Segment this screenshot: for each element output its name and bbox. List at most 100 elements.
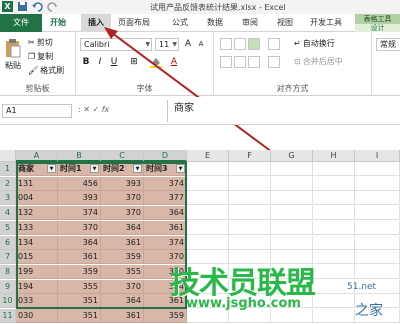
empty-cell[interactable]: [355, 206, 400, 221]
table-cell[interactable]: 355: [58, 279, 101, 294]
empty-cell[interactable]: [313, 294, 355, 309]
column-header[interactable]: F: [229, 150, 271, 162]
empty-cell[interactable]: [313, 250, 355, 265]
row-header[interactable]: 10: [0, 294, 16, 309]
empty-cell[interactable]: [229, 162, 271, 176]
table-cell[interactable]: 374: [144, 176, 187, 191]
table-cell[interactable]: 364: [101, 294, 144, 309]
filter-dropdown-icon[interactable]: ▼: [133, 164, 142, 173]
table-cell[interactable]: 033: [16, 294, 58, 309]
empty-cell[interactable]: [229, 206, 271, 221]
empty-cell[interactable]: [229, 191, 271, 206]
empty-cell[interactable]: [355, 191, 400, 206]
name-box[interactable]: A1: [2, 104, 72, 118]
table-cell[interactable]: 364: [101, 220, 144, 235]
table-cell[interactable]: 364: [58, 235, 101, 250]
table-header-cell[interactable]: 时间3 ▼: [144, 162, 187, 176]
empty-cell[interactable]: [355, 176, 400, 191]
table-cell[interactable]: 370: [101, 191, 144, 206]
row-header[interactable]: 5: [0, 220, 16, 235]
table-cell[interactable]: 133: [16, 220, 58, 235]
empty-cell[interactable]: [187, 309, 229, 323]
select-all-corner[interactable]: [0, 150, 16, 162]
table-cell[interactable]: 361: [101, 235, 144, 250]
empty-cell[interactable]: [313, 162, 355, 176]
empty-cell[interactable]: [271, 176, 313, 191]
empty-cell[interactable]: [187, 235, 229, 250]
row-header[interactable]: 9: [0, 279, 16, 294]
empty-cell[interactable]: [271, 309, 313, 323]
table-header-cell[interactable]: 时间1 ▼: [58, 162, 101, 176]
empty-cell[interactable]: [313, 206, 355, 221]
empty-cell[interactable]: [271, 162, 313, 176]
empty-cell[interactable]: [313, 191, 355, 206]
table-cell[interactable]: 134: [16, 235, 58, 250]
empty-cell[interactable]: [313, 264, 355, 279]
empty-cell[interactable]: [355, 264, 400, 279]
empty-cell[interactable]: [187, 191, 229, 206]
empty-cell[interactable]: [229, 176, 271, 191]
table-cell[interactable]: 004: [16, 191, 58, 206]
table-cell[interactable]: 359: [58, 264, 101, 279]
formula-input[interactable]: 商家: [167, 100, 400, 122]
row-header[interactable]: 2: [0, 176, 16, 191]
table-cell[interactable]: 361: [144, 220, 187, 235]
table-cell[interactable]: 015: [16, 250, 58, 265]
table-cell[interactable]: 361: [101, 309, 144, 323]
empty-cell[interactable]: [229, 309, 271, 323]
table-cell[interactable]: 359: [101, 250, 144, 265]
empty-cell[interactable]: [271, 220, 313, 235]
row-header[interactable]: 3: [0, 191, 16, 206]
empty-cell[interactable]: [187, 220, 229, 235]
row-header[interactable]: 7: [0, 250, 16, 265]
table-cell[interactable]: 351: [58, 309, 101, 323]
table-header-cell[interactable]: 时间2 ▼: [101, 162, 144, 176]
empty-cell[interactable]: [355, 220, 400, 235]
table-cell[interactable]: 370: [101, 279, 144, 294]
table-cell[interactable]: 370: [101, 206, 144, 221]
column-header[interactable]: B: [58, 150, 101, 162]
table-cell[interactable]: 030: [16, 309, 58, 323]
empty-cell[interactable]: [271, 191, 313, 206]
table-cell[interactable]: 374: [58, 206, 101, 221]
table-cell[interactable]: 393: [101, 176, 144, 191]
column-header[interactable]: G: [271, 150, 313, 162]
empty-cell[interactable]: [355, 162, 400, 176]
table-cell[interactable]: 351: [58, 294, 101, 309]
column-header[interactable]: A: [16, 150, 58, 162]
table-cell[interactable]: 199: [16, 264, 58, 279]
table-cell[interactable]: 370: [58, 220, 101, 235]
column-header[interactable]: C: [101, 150, 144, 162]
column-header[interactable]: I: [355, 150, 400, 162]
filter-dropdown-icon[interactable]: ▼: [176, 164, 185, 173]
empty-cell[interactable]: [313, 176, 355, 191]
table-cell[interactable]: 194: [16, 279, 58, 294]
empty-cell[interactable]: [187, 176, 229, 191]
column-header[interactable]: H: [313, 150, 355, 162]
empty-cell[interactable]: [187, 206, 229, 221]
empty-cell[interactable]: [271, 235, 313, 250]
empty-cell[interactable]: [271, 206, 313, 221]
empty-cell[interactable]: [187, 162, 229, 176]
row-header[interactable]: 8: [0, 264, 16, 279]
column-header[interactable]: D: [144, 150, 187, 162]
empty-cell[interactable]: [313, 309, 355, 323]
empty-cell[interactable]: [313, 235, 355, 250]
table-cell[interactable]: 131: [16, 176, 58, 191]
table-header-cell[interactable]: 商家 ▼: [16, 162, 58, 176]
empty-cell[interactable]: [229, 220, 271, 235]
row-header[interactable]: 1: [0, 162, 16, 176]
table-cell[interactable]: 132: [16, 206, 58, 221]
table-cell[interactable]: 377: [144, 191, 187, 206]
table-cell[interactable]: 359: [144, 309, 187, 323]
empty-cell[interactable]: [229, 235, 271, 250]
filter-dropdown-icon[interactable]: ▼: [90, 164, 99, 173]
filter-dropdown-icon[interactable]: ▼: [47, 164, 56, 173]
row-header[interactable]: 11: [0, 309, 16, 323]
empty-cell[interactable]: [313, 220, 355, 235]
empty-cell[interactable]: [355, 235, 400, 250]
table-cell[interactable]: 355: [101, 264, 144, 279]
table-cell[interactable]: 374: [144, 235, 187, 250]
row-header[interactable]: 4: [0, 206, 16, 221]
table-cell[interactable]: 456: [58, 176, 101, 191]
